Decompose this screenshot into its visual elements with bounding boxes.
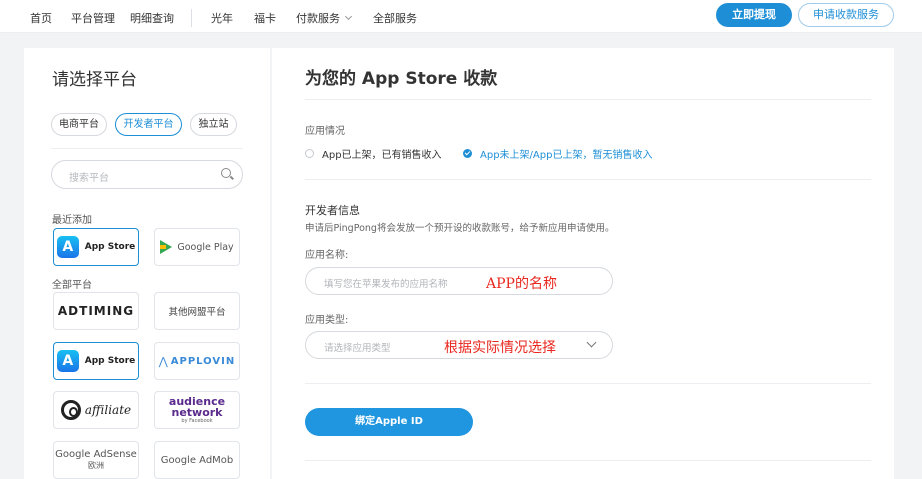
platform-applovin-card[interactable]: ⋀ APPLOVIN [154,342,240,380]
app-name-label: 应用名称: [305,250,349,261]
option-label: App已上架，已有销售收入 [322,150,442,161]
developer-info-desc: 申请后PingPong将会发放一个预开设的收款账号，给予新应用申请使用。 [305,223,615,234]
app-type-placeholder: 请选择应用类型 [324,343,391,354]
search-input[interactable]: 搜索平台 [69,169,109,184]
google-adsense-logo: Google AdSense 欧洲 [55,449,137,471]
recent-app-store-card[interactable]: A App Store [53,228,139,266]
google-play-icon [160,240,173,254]
app-status-label: 应用情况 [305,126,345,137]
divider [51,148,243,149]
recent-label: 最近添加 [52,215,92,226]
card-label: App Store [84,356,136,366]
radio-unchecked-icon[interactable] [305,149,314,158]
bind-apple-id-button[interactable]: 绑定Apple ID [305,408,473,436]
platform-google-adsense-card[interactable]: Google AdSense 欧洲 [53,441,139,479]
top-nav-bar: 首页 平台管理 明细查询 光年 福卡 付款服务 全部服务 立即提现 申请收款服务 [0,0,922,33]
all-platforms-label: 全部平台 [52,280,92,291]
panel-title: 请选择平台 [52,70,137,90]
nav-home[interactable]: 首页 [30,12,52,26]
search-icon[interactable] [221,168,231,178]
google-adsense-region: 欧洲 [88,461,104,470]
platform-app-store-card[interactable]: A App Store [53,342,139,380]
chip-independent-site[interactable]: 独立站 [190,113,237,136]
platform-other-affiliate-card[interactable]: 其他网盟平台 [154,292,240,330]
adtiming-logo: ADTIMING [57,304,135,318]
card-label: App Store [84,242,136,252]
nav-all-services[interactable]: 全部服务 [373,12,417,26]
nav-fuka[interactable]: 福卡 [254,12,276,26]
app-store-icon: A [56,236,79,258]
affiliate-logo: affiliate [84,403,132,417]
radio-checked-icon[interactable] [463,149,472,158]
nav-payment-services[interactable]: 付款服务 [296,12,353,26]
app-name-input[interactable]: 填写您在苹果发布的应用名称 [324,276,448,290]
chevron-down-icon [344,12,353,21]
page-title: 为您的 App Store 收款 [305,69,498,89]
app-name-annotation: APP的名称 [486,276,557,292]
nav-platform-management[interactable]: 平台管理 [71,12,115,26]
chevron-down-icon[interactable] [586,337,597,348]
platform-selector-panel: 请选择平台 电商平台 开发者平台 独立站 搜索平台 最近添加 A App Sto… [24,48,270,479]
app-type-annotation: 根据实际情况选择 [444,340,556,356]
applovin-icon: ⋀ [158,354,168,368]
option-label: App未上架/App已上架，暂无销售收入 [480,150,653,161]
platform-audience-network-card[interactable]: audience network by Facebook [154,391,240,429]
card-label: Google Play [177,241,234,253]
divider [305,460,871,461]
app-store-icon: A [56,350,79,372]
platform-google-admob-card[interactable]: Google AdMob [154,441,240,479]
platform-search[interactable]: 搜索平台 [51,160,243,189]
nav-guangnian[interactable]: 光年 [211,12,233,26]
nav-payment-services-label: 付款服务 [296,12,340,25]
google-admob-logo: Google AdMob [160,454,234,466]
audience-network-logo: audience network by Facebook [167,396,227,424]
divider [305,179,871,180]
platform-affiliate-card[interactable]: affiliate [53,391,139,429]
apply-service-button[interactable]: 申请收款服务 [798,3,894,27]
affiliate-icon [60,400,81,420]
withdraw-button[interactable]: 立即提现 [716,3,792,27]
app-name-field[interactable]: 填写您在苹果发布的应用名称 [305,267,613,295]
google-adsense-name: Google AdSense [55,449,137,460]
platform-adtiming-card[interactable]: ADTIMING [53,292,139,330]
option-app-listed-with-revenue[interactable]: App已上架，已有销售收入 [305,146,442,161]
option-app-no-revenue[interactable]: App未上架/App已上架，暂无销售收入 [463,146,652,161]
divider [305,383,871,384]
developer-info-title: 开发者信息 [305,204,360,217]
divider [305,99,871,100]
app-store-form-panel: 为您的 App Store 收款 应用情况 App已上架，已有销售收入 App未… [272,48,894,479]
chip-ecommerce[interactable]: 电商平台 [51,113,107,136]
card-label: 其他网盟平台 [168,307,226,318]
nav-divider [191,9,192,27]
chip-developer[interactable]: 开发者平台 [115,113,182,136]
recent-google-play-card[interactable]: Google Play [154,228,240,266]
nav-detail-query[interactable]: 明细查询 [130,12,174,26]
audience-network-name: audience network [168,395,226,419]
applovin-logo: APPLOVIN [170,355,236,367]
app-type-label: 应用类型: [305,315,349,326]
